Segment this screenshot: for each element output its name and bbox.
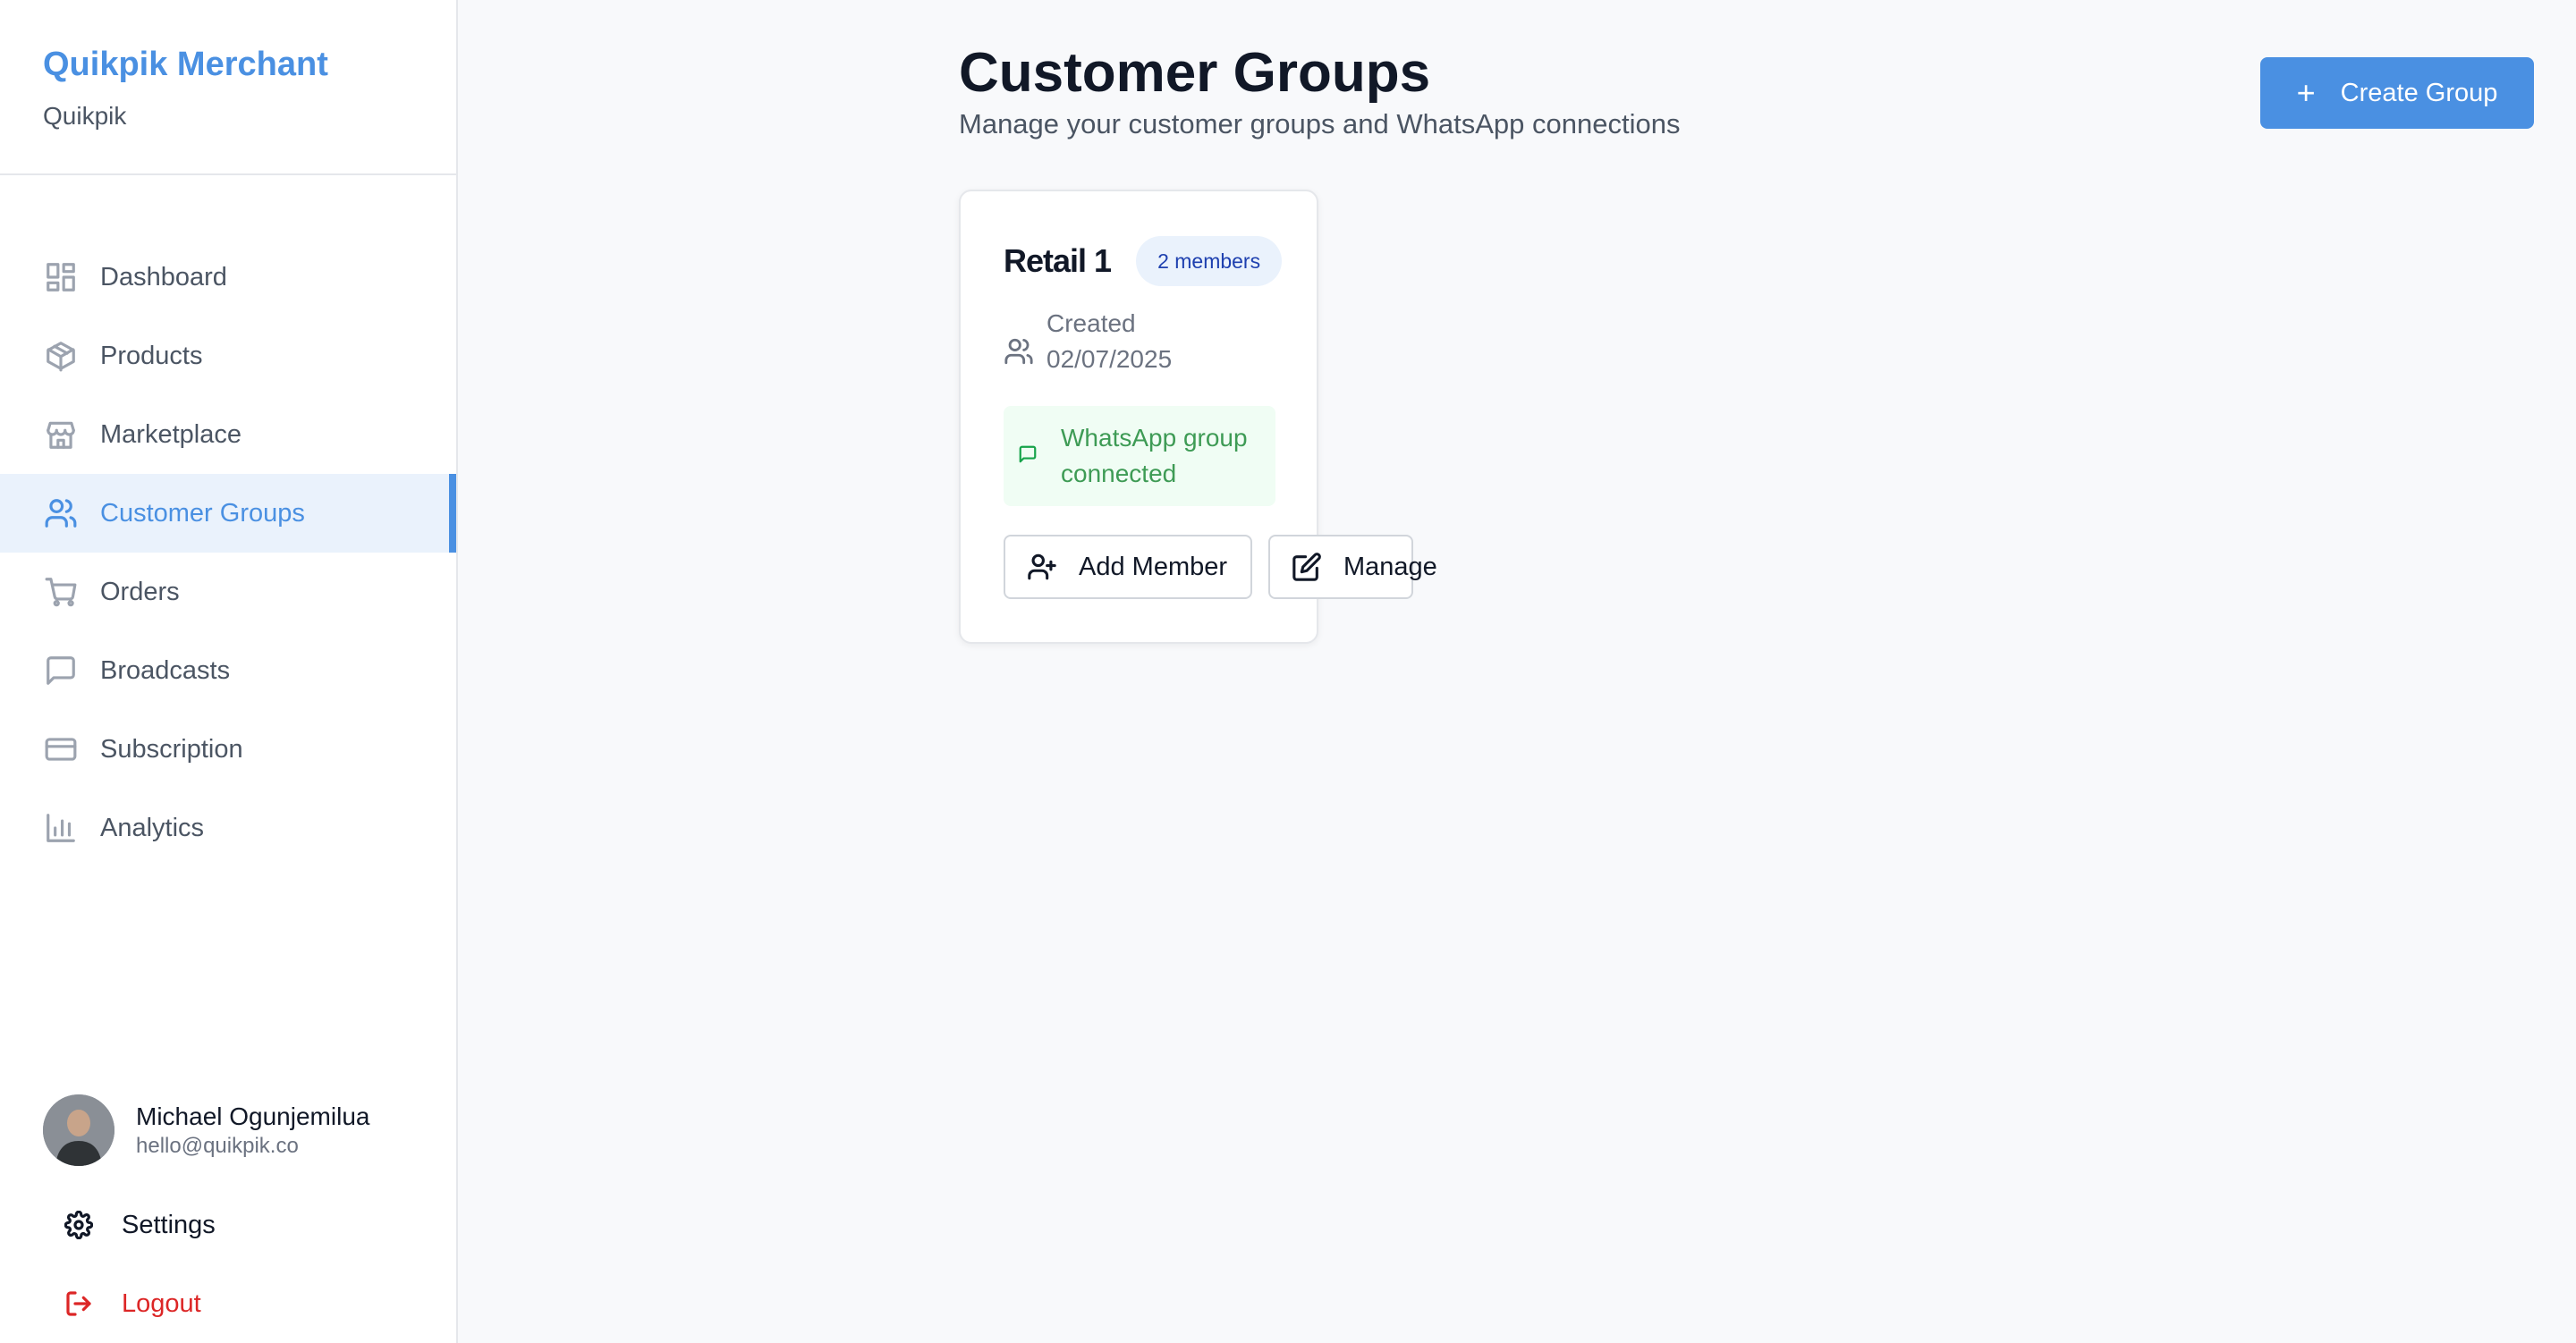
- sidebar-item-label: Broadcasts: [100, 655, 231, 685]
- settings-label: Settings: [122, 1210, 216, 1239]
- logout-icon: [64, 1289, 93, 1318]
- package-icon: [43, 338, 79, 374]
- group-card-header: Retail 1 2 members: [1004, 236, 1283, 286]
- logout-link[interactable]: Logout: [0, 1264, 456, 1343]
- message-icon: [43, 653, 79, 688]
- sidebar: Quikpik Merchant Quikpik Dashboard Produ…: [0, 0, 458, 1343]
- user-info: Michael Ogunjemilua hello@quikpik.co: [136, 1101, 369, 1160]
- avatar: [43, 1094, 114, 1166]
- user-email: hello@quikpik.co: [136, 1134, 299, 1158]
- sidebar-item-dashboard[interactable]: Dashboard: [0, 238, 456, 317]
- brand-title[interactable]: Quikpik Merchant: [43, 43, 413, 86]
- edit-icon: [1292, 552, 1322, 582]
- created-date: Created 02/07/2025: [1046, 309, 1173, 373]
- sidebar-item-orders[interactable]: Orders: [0, 553, 456, 631]
- users-icon: [43, 495, 79, 531]
- sidebar-item-label: Customer Groups: [100, 498, 305, 528]
- sidebar-item-label: Orders: [100, 577, 180, 606]
- user-profile[interactable]: Michael Ogunjemilua hello@quikpik.co: [0, 1093, 456, 1168]
- sidebar-item-broadcasts[interactable]: Broadcasts: [0, 631, 456, 710]
- sidebar-item-label: Marketplace: [100, 419, 242, 449]
- page-subtitle: Manage your customer groups and WhatsApp…: [959, 108, 1681, 139]
- settings-link[interactable]: Settings: [0, 1186, 456, 1264]
- sidebar-item-label: Dashboard: [100, 262, 227, 291]
- sidebar-footer: Michael Ogunjemilua hello@quikpik.co Set…: [0, 1093, 456, 1343]
- sidebar-item-marketplace[interactable]: Marketplace: [0, 395, 456, 474]
- sidebar-item-label: Analytics: [100, 813, 205, 842]
- sidebar-item-label: Subscription: [100, 734, 243, 764]
- logout-label: Logout: [122, 1288, 201, 1318]
- sidebar-item-analytics[interactable]: Analytics: [0, 789, 456, 867]
- user-plus-icon: [1027, 552, 1057, 582]
- main-content: Customer Groups Manage your customer gro…: [458, 0, 2576, 1343]
- sidebar-nav: Dashboard Products Marketplace Customer …: [0, 175, 456, 867]
- sidebar-item-customer-groups[interactable]: Customer Groups: [0, 474, 456, 553]
- members-badge: 2 members: [1136, 236, 1283, 286]
- group-title: Retail 1: [1004, 242, 1112, 279]
- page-title: Customer Groups: [959, 42, 1431, 104]
- group-created: Created 02/07/2025: [1004, 306, 1199, 377]
- user-name: Michael Ogunjemilua: [136, 1102, 370, 1130]
- bar-chart-icon: [43, 810, 79, 846]
- brand-subtitle: Quikpik: [43, 102, 127, 130]
- create-group-label: Create Group: [2340, 78, 2498, 107]
- sidebar-item-subscription[interactable]: Subscription: [0, 710, 456, 789]
- cart-icon: [43, 574, 79, 610]
- manage-label: Manage: [1343, 552, 1437, 581]
- credit-card-icon: [43, 731, 79, 767]
- brand-header: Quikpik Merchant Quikpik: [0, 0, 456, 175]
- add-member-label: Add Member: [1079, 552, 1228, 581]
- chat-icon: [1018, 444, 1041, 468]
- group-card: Retail 1 2 members Created 02/07/2025 Wh…: [959, 190, 1437, 644]
- sidebar-item-label: Products: [100, 341, 203, 370]
- store-icon: [43, 417, 79, 452]
- app-root: Quikpik Merchant Quikpik Dashboard Produ…: [0, 0, 2576, 1343]
- sidebar-item-products[interactable]: Products: [0, 317, 456, 395]
- manage-button[interactable]: Manage: [1268, 535, 1437, 599]
- add-member-button[interactable]: Add Member: [1004, 535, 1252, 599]
- whatsapp-status: WhatsApp group connected: [1004, 406, 1275, 506]
- plus-icon: +: [2296, 74, 2316, 111]
- dashboard-icon: [43, 259, 79, 295]
- gear-icon: [64, 1211, 93, 1239]
- create-group-button[interactable]: + Create Group: [2260, 57, 2534, 129]
- whatsapp-status-text: WhatsApp group connected: [1061, 424, 1248, 487]
- users-icon: [1004, 336, 1034, 367]
